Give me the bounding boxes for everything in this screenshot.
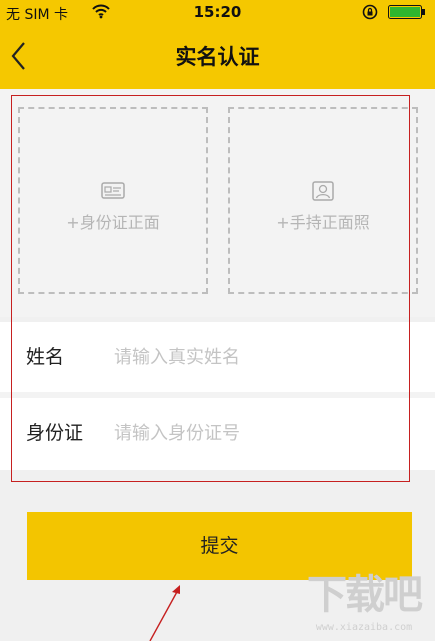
submit-button[interactable]: 提交 [27, 512, 412, 580]
handheld-photo-label: +手持正面照 [276, 213, 370, 232]
id-card-icon [101, 182, 125, 199]
id-number-row: 身份证 [0, 398, 435, 468]
battery-icon [388, 5, 425, 19]
id-card-front-upload[interactable]: +身份证正面 [18, 107, 208, 294]
identity-form: 姓名 身份证 [0, 322, 435, 470]
page-title: 实名认证 [175, 45, 260, 69]
annotation-arrow [149, 585, 180, 641]
navigation-bar: 实名认证 [0, 25, 435, 89]
id-card-front-label: +身份证正面 [66, 213, 160, 232]
id-number-input[interactable] [114, 416, 404, 450]
name-input[interactable] [114, 340, 404, 374]
status-bar: 无 SIM 卡 15:20 [0, 0, 435, 25]
name-label: 姓名 [26, 346, 65, 368]
id-number-label: 身份证 [26, 422, 84, 444]
portrait-icon [312, 181, 334, 201]
rotation-lock-icon [362, 4, 378, 20]
watermark-url: www.xiazaiba.com [315, 622, 413, 633]
upload-area: +身份证正面 +手持正面照 [0, 89, 435, 317]
handheld-photo-upload[interactable]: +手持正面照 [228, 107, 418, 294]
name-row: 姓名 [0, 322, 435, 392]
watermark: 下载吧 www.xiazaiba.com [298, 570, 430, 638]
